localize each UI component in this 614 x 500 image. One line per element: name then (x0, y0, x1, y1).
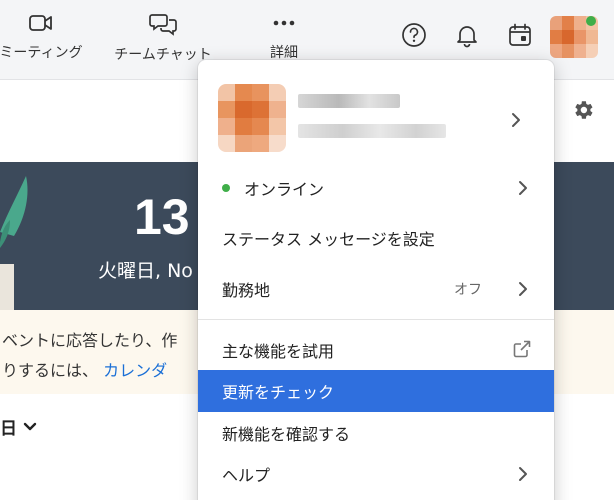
status-label: オンライン (244, 180, 325, 199)
try-features-label: 主な機能を試用 (222, 342, 335, 361)
menu-divider (198, 319, 554, 320)
work-location-value: オフ (454, 282, 482, 298)
more-dots-icon (273, 20, 295, 26)
menu-item-whats-new[interactable]: 新機能を確認する (198, 412, 554, 454)
banner-date: 13 (134, 189, 190, 245)
menu-item-try-features[interactable]: 主な機能を試用 (198, 329, 554, 371)
whats-new-label: 新機能を確認する (222, 425, 351, 444)
online-status-dot (222, 184, 230, 192)
nav-meetings-label: ミーティング (0, 45, 83, 61)
status-message-label: ステータス メッセージを設定 (222, 230, 435, 249)
menu-item-help[interactable]: ヘルプ (198, 453, 554, 495)
menu-item-work-location[interactable]: 勤務地 オフ (198, 268, 554, 310)
chevron-right-icon (519, 282, 527, 296)
profile-email-redacted (298, 124, 446, 138)
nav-more-label: 詳細 (270, 45, 298, 61)
chevron-right-icon (519, 467, 527, 481)
video-camera-icon (29, 15, 52, 31)
chat-bubbles-icon (149, 14, 177, 36)
calendar-link[interactable]: カレンダ (103, 361, 167, 380)
profile-name-redacted (298, 94, 400, 108)
profile-avatar (218, 84, 286, 152)
help-button[interactable] (399, 20, 429, 50)
menu-item-status[interactable]: オンライン (198, 167, 554, 209)
user-avatar[interactable] (550, 16, 598, 58)
bell-icon (457, 26, 477, 48)
day-view-select[interactable]: 日 (0, 414, 37, 439)
check-updates-label: 更新をチェック (222, 383, 335, 402)
help-label: ヘルプ (222, 466, 271, 485)
chevron-down-icon (23, 422, 37, 430)
notice-text-line2: りするには、 カレンダ (2, 357, 167, 381)
chevron-right-icon (512, 113, 520, 127)
chevron-right-icon (519, 181, 527, 195)
gear-icon[interactable] (571, 98, 595, 122)
menu-item-status-message[interactable]: ステータス メッセージを設定 (198, 217, 554, 259)
calendar-icon (509, 23, 531, 46)
notifications-button[interactable] (452, 20, 482, 50)
nav-meetings[interactable]: ミーティング (0, 12, 96, 70)
work-location-label: 勤務地 (222, 281, 271, 300)
day-view-label: 日 (0, 419, 17, 439)
online-status-dot (586, 16, 596, 26)
profile-row[interactable] (198, 60, 554, 178)
calendar-button[interactable] (505, 20, 535, 50)
notice-text-prefix: りするには、 (2, 361, 99, 380)
notice-text-line1: ベントに応答したり、作 (2, 331, 178, 350)
banner-weekday: 火曜日, No (98, 260, 193, 282)
external-link-icon (513, 340, 531, 358)
help-icon (402, 23, 426, 47)
menu-item-check-updates[interactable]: 更新をチェック (198, 370, 554, 412)
plant-illustration (0, 176, 28, 310)
profile-menu: オンライン ステータス メッセージを設定 勤務地 オフ 主な機能を試用 更新をチ… (198, 60, 554, 500)
